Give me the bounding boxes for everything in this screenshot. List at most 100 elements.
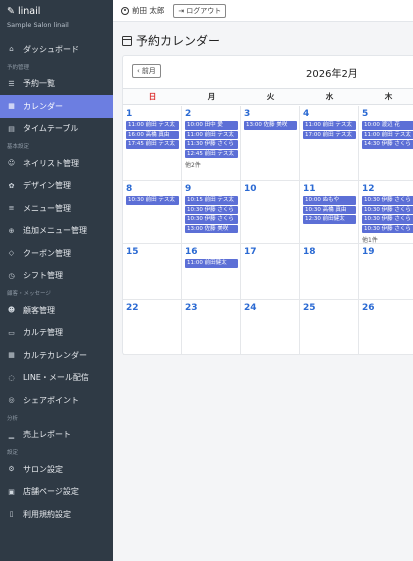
reservation-event[interactable]: 13:00 佐藤 美咲 — [185, 224, 238, 234]
day-number[interactable]: 3 — [244, 109, 250, 119]
reservation-event[interactable]: 12:45 前田 テス太 — [185, 149, 238, 159]
sidebar-item-terms[interactable]: ▯ 利用規約設定 — [0, 503, 113, 526]
day-number[interactable]: 15 — [126, 247, 139, 257]
reservation-event[interactable]: 10:30 伊藤 さくら — [185, 205, 238, 215]
sidebar-section-label: 設定 — [7, 450, 19, 456]
day-number[interactable]: 5 — [362, 109, 368, 119]
sidebar-item-shifts[interactable]: ◷ シフト管理 — [0, 265, 113, 288]
calendar-day-cell[interactable]: 3 13:00 佐藤 美咲 — [241, 106, 300, 181]
reservation-event[interactable]: 16:00 高橋 真由 — [126, 130, 179, 140]
brand-title[interactable]: ✎ linail — [7, 6, 106, 17]
calendar-day-cell[interactable]: 9 10:15 前田 テス太 10:30 伊藤 さくら 10:30 伊藤 さくら 13:… — [182, 181, 241, 244]
user-icon — [121, 6, 129, 15]
reservation-event[interactable]: 11:00 前田 テス太 — [126, 121, 179, 130]
calendar-day-cell[interactable]: 18 — [300, 244, 359, 300]
reservation-event[interactable]: 10:00 ぬもや — [303, 196, 356, 205]
sidebar-item-timetable[interactable]: ▤ タイムテーブル — [0, 118, 113, 141]
sidebar-item-share-point[interactable]: ◎ シェアポイント — [0, 389, 113, 412]
day-number[interactable]: 9 — [185, 184, 191, 194]
reservation-event[interactable]: 10:30 伊藤 さくら — [362, 215, 413, 224]
day-number[interactable]: 19 — [362, 247, 375, 257]
sidebar-item-nailists[interactable]: ☺ ネイリスト管理 — [0, 152, 113, 175]
calendar-day-cell[interactable]: 10 — [241, 181, 300, 244]
plus-circle-icon: ⊕ — [8, 226, 15, 235]
day-number[interactable]: 11 — [303, 184, 316, 194]
calendar-day-cell[interactable]: 26 — [359, 300, 413, 355]
sidebar-item-extra-menu[interactable]: ⊕ 追加メニュー管理 — [0, 220, 113, 243]
calendar-day-cell[interactable]: 2 10:00 田中 愛 11:00 前田 テス太 11:30 伊藤 さくら 12:45… — [182, 106, 241, 181]
reservation-event[interactable]: 11:30 伊藤 さくら — [185, 140, 238, 149]
sidebar-item-chart-calendar[interactable]: ▦ カルテカレンダー — [0, 344, 113, 367]
logout-button[interactable]: ⇥ ログアウト — [173, 3, 227, 18]
menu-icon: ≡ — [8, 204, 15, 213]
sidebar-item-sales-report[interactable]: ▁ 売上レポート — [0, 424, 113, 447]
day-number[interactable]: 10 — [244, 184, 257, 194]
day-number[interactable]: 24 — [244, 303, 257, 313]
reservation-event[interactable]: 10:30 伊藤 さくら — [362, 224, 413, 234]
calendar-day-cell[interactable]: 11 10:00 ぬもや 10:30 高橋 真由 12:30 前田健太 — [300, 181, 359, 244]
sidebar-item-charts[interactable]: ▭ カルテ管理 — [0, 322, 113, 345]
reservation-event[interactable]: 10:30 伊藤 さくら — [362, 205, 413, 215]
sidebar-item-designs[interactable]: ✿ デザイン管理 — [0, 175, 113, 198]
reservation-event[interactable]: 10:30 伊藤 さくら — [362, 196, 413, 205]
day-number[interactable]: 18 — [303, 247, 316, 257]
calendar-day-cell[interactable]: 22 — [123, 300, 182, 355]
sidebar-item-customers[interactable]: ☻ 顧客管理 — [0, 299, 113, 322]
day-number[interactable]: 22 — [126, 303, 139, 313]
sidebar-item-label: カレンダー — [23, 101, 63, 111]
reservation-event[interactable]: 10:15 前田 テス太 — [185, 196, 238, 205]
calendar-day-cell[interactable]: 16 11:00 前田健太 — [182, 244, 241, 300]
sidebar-item-dashboard[interactable]: ⌂ ダッシュボード — [0, 38, 113, 61]
calendar-day-cell[interactable]: 17 — [241, 244, 300, 300]
calendar-day-cell[interactable]: 25 — [300, 300, 359, 355]
calendar-day-cell[interactable]: 15 — [123, 244, 182, 300]
prev-month-button[interactable]: ‹ 前月 — [132, 64, 161, 78]
calendar-day-cell[interactable]: 5 10:00 渡辺 花 11:00 前田 テス太 14:30 伊藤 さくら — [359, 106, 413, 181]
reservation-event[interactable]: 14:30 伊藤 さくら — [362, 140, 413, 149]
day-number[interactable]: 26 — [362, 303, 375, 313]
day-number[interactable]: 16 — [185, 247, 198, 257]
day-number[interactable]: 25 — [303, 303, 316, 313]
logout-icon: ⇥ — [178, 6, 185, 15]
calendar-day-cell[interactable]: 19 — [359, 244, 413, 300]
sidebar-item-store-page[interactable]: ▣ 店舗ページ設定 — [0, 481, 113, 504]
reservation-event[interactable]: 13:00 佐藤 美咲 — [244, 121, 297, 130]
sidebar-item-reservations[interactable]: ☰ 予約一覧 — [0, 73, 113, 96]
reservation-event[interactable]: 17:00 前田 テス太 — [303, 130, 356, 140]
day-number[interactable]: 23 — [185, 303, 198, 313]
sidebar-item-coupons[interactable]: ◇ クーポン管理 — [0, 242, 113, 265]
calendar-day-cell[interactable]: 12 10:30 伊藤 さくら 10:30 伊藤 さくら 10:30 伊藤 さくら 10… — [359, 181, 413, 244]
day-number[interactable]: 1 — [126, 109, 132, 119]
reservation-event[interactable]: 10:30 高橋 真由 — [303, 205, 356, 215]
users-icon: ☺ — [7, 159, 16, 168]
reservation-event[interactable]: 11:00 前田 テス太 — [303, 121, 356, 130]
weekday-header: 火 — [241, 88, 300, 105]
calendar-day-cell[interactable]: 23 — [182, 300, 241, 355]
reservation-event[interactable]: 10:30 前田 テス太 — [126, 196, 179, 205]
day-number[interactable]: 4 — [303, 109, 309, 119]
sidebar-item-label: タイムテーブル — [23, 124, 79, 134]
reservation-event[interactable]: 10:00 田中 愛 — [185, 121, 238, 130]
sidebar-item-salon-settings[interactable]: ⚙ サロン設定 — [0, 458, 113, 481]
reservation-event[interactable]: 11:00 前田 テス太 — [185, 130, 238, 140]
day-number[interactable]: 2 — [185, 109, 191, 119]
reservation-event[interactable]: 12:30 前田健太 — [303, 215, 356, 224]
calendar-day-cell[interactable]: 1 11:00 前田 テス太 16:00 高橋 真由 17:45 前田 テス太 — [123, 106, 182, 181]
brand-name: linail — [17, 6, 41, 17]
day-number[interactable]: 17 — [244, 247, 257, 257]
reservation-event[interactable]: 11:00 前田 テス太 — [362, 130, 413, 140]
reservation-event[interactable]: 10:30 伊藤 さくら — [185, 215, 238, 224]
calendar-day-cell[interactable]: 4 11:00 前田 テス太 17:00 前田 テス太 — [300, 106, 359, 181]
more-events-link[interactable]: 他2件 — [185, 160, 201, 169]
calendar-day-cell[interactable]: 8 10:30 前田 テス太 — [123, 181, 182, 244]
reservation-event[interactable]: 11:00 前田健太 — [185, 259, 238, 268]
reservation-event[interactable]: 10:00 渡辺 花 — [362, 121, 413, 130]
page-title-text: 予約カレンダー — [136, 34, 221, 48]
day-number[interactable]: 8 — [126, 184, 132, 194]
day-number[interactable]: 12 — [362, 184, 375, 194]
calendar-day-cell[interactable]: 24 — [241, 300, 300, 355]
sidebar-item-line-mail[interactable]: ◌ LINE・メール配信 — [0, 367, 113, 390]
reservation-event[interactable]: 17:45 前田 テス太 — [126, 140, 179, 149]
sidebar-item-menu[interactable]: ≡ メニュー管理 — [0, 197, 113, 220]
sidebar-item-calendar[interactable]: ▦ カレンダー — [0, 95, 113, 118]
